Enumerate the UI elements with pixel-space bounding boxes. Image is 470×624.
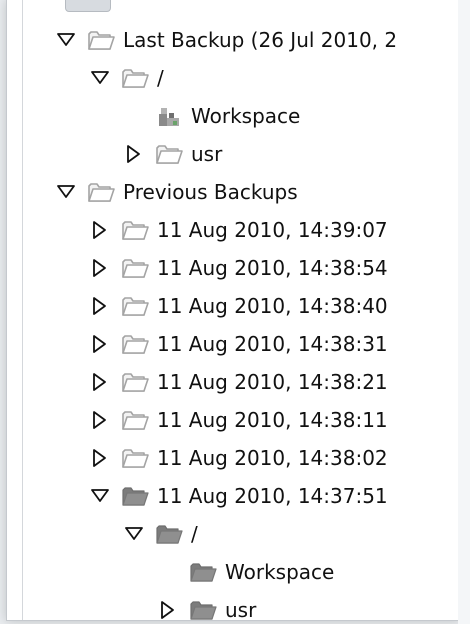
tree-node-label: / <box>191 522 198 546</box>
tree-node[interactable]: / <box>7 515 459 553</box>
tree-node[interactable]: usr <box>7 591 459 621</box>
tree-node[interactable]: usr <box>7 135 459 173</box>
tree-node-label: 11 Aug 2010, 14:38:02 <box>157 446 388 470</box>
tree-node-label: 11 Aug 2010, 14:38:40 <box>157 294 388 318</box>
tree-node[interactable]: Previous Backups <box>7 173 459 211</box>
expand-triangle-icon[interactable] <box>157 600 179 620</box>
scroll-area-edge <box>458 0 470 624</box>
tree-node[interactable]: 11 Aug 2010, 14:38:02 <box>7 439 459 477</box>
tree-node-label: / <box>157 66 164 90</box>
tree-node-label: 11 Aug 2010, 14:38:11 <box>157 408 388 432</box>
folder-filled-icon <box>189 560 217 584</box>
tree-node[interactable]: 11 Aug 2010, 14:39:07 <box>7 211 459 249</box>
folder-open-icon <box>121 256 149 280</box>
folder-open-icon <box>121 218 149 242</box>
tree-node[interactable]: Last Backup (26 Jul 2010, 2 <box>7 21 459 59</box>
tree-node[interactable]: Workspace <box>7 97 459 135</box>
tree-node-label: 11 Aug 2010, 14:38:54 <box>157 256 388 280</box>
expand-triangle-icon[interactable] <box>89 258 111 278</box>
folder-filled-icon <box>121 484 149 508</box>
tree-node-label: usr <box>225 598 257 621</box>
folder-open-icon <box>121 370 149 394</box>
expand-triangle-icon[interactable] <box>89 334 111 354</box>
backup-tree: Last Backup (26 Jul 2010, 2 / Workspace usr… <box>7 21 459 621</box>
folder-open-icon <box>121 332 149 356</box>
tree-node[interactable]: 11 Aug 2010, 14:38:40 <box>7 287 459 325</box>
expand-triangle-icon[interactable] <box>89 372 111 392</box>
folder-filled-icon <box>155 522 183 546</box>
tree-node[interactable]: 11 Aug 2010, 14:37:51 <box>7 477 459 515</box>
tree-node[interactable]: 11 Aug 2010, 14:38:21 <box>7 363 459 401</box>
tree-node[interactable]: Workspace <box>7 553 459 591</box>
collapse-triangle-icon[interactable] <box>55 182 77 202</box>
collapse-triangle-icon[interactable] <box>89 68 111 88</box>
tree-node-label: Previous Backups <box>123 180 298 204</box>
folder-filled-icon <box>189 598 217 620</box>
collapse-triangle-icon[interactable] <box>123 524 145 544</box>
tree-node[interactable]: / <box>7 59 459 97</box>
folder-open-icon <box>121 66 149 90</box>
expand-triangle-icon[interactable] <box>89 410 111 430</box>
tree-node-label: 11 Aug 2010, 14:39:07 <box>157 218 388 242</box>
tree-node[interactable]: 11 Aug 2010, 14:38:31 <box>7 325 459 363</box>
workspace-puzzle-icon <box>155 104 183 128</box>
folder-open-icon <box>87 180 115 204</box>
root-node-stub <box>65 0 111 12</box>
folder-open-icon <box>121 408 149 432</box>
expand-triangle-icon[interactable] <box>89 220 111 240</box>
tree-node-label: Last Backup (26 Jul 2010, 2 <box>123 28 398 52</box>
tree-node[interactable]: 11 Aug 2010, 14:38:54 <box>7 249 459 287</box>
expand-triangle-icon[interactable] <box>89 448 111 468</box>
collapse-triangle-icon[interactable] <box>89 486 111 506</box>
backup-tree-panel: Last Backup (26 Jul 2010, 2 / Workspace usr… <box>6 0 460 621</box>
folder-open-icon <box>121 446 149 470</box>
collapse-triangle-icon[interactable] <box>55 30 77 50</box>
tree-node-label: 11 Aug 2010, 14:38:21 <box>157 370 388 394</box>
tree-node-label: usr <box>191 142 223 166</box>
folder-open-icon <box>155 142 183 166</box>
tree-node-label: Workspace <box>191 104 301 128</box>
folder-open-icon <box>121 294 149 318</box>
expand-triangle-icon[interactable] <box>89 296 111 316</box>
folder-open-icon <box>87 28 115 52</box>
tree-node-label: 11 Aug 2010, 14:37:51 <box>157 484 388 508</box>
tree-node-label: 11 Aug 2010, 14:38:31 <box>157 332 388 356</box>
tree-node[interactable]: 11 Aug 2010, 14:38:11 <box>7 401 459 439</box>
expand-triangle-icon[interactable] <box>123 144 145 164</box>
tree-node-label: Workspace <box>225 560 335 584</box>
